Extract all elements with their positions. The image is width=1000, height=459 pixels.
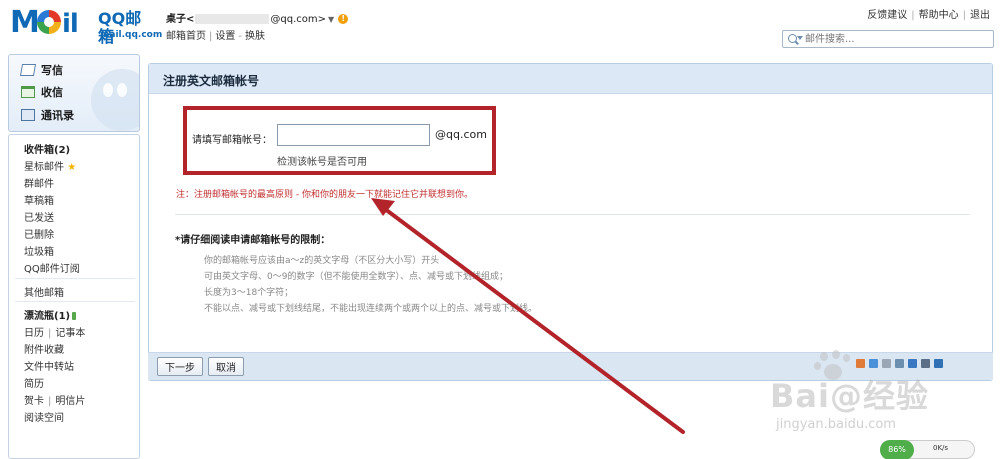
logo-o-icon [37, 10, 61, 34]
logo-m: M [10, 5, 40, 40]
toolbar-icon-1[interactable] [856, 359, 865, 368]
separator: | [911, 10, 915, 21]
compose-button[interactable]: 写信 [19, 62, 63, 78]
feedback-link[interactable]: 反馈建议 [867, 10, 907, 21]
toolbar-icon-5[interactable] [908, 359, 917, 368]
folder-reading-space[interactable]: 阅读空间 [24, 409, 64, 424]
settings-link[interactable]: 设置 [215, 31, 235, 42]
folder-drift-bottle[interactable]: 漂流瓶(1) [24, 307, 77, 322]
toolbar-icon-4[interactable] [895, 359, 904, 368]
cancel-button[interactable]: 取消 [208, 357, 244, 376]
compose-label: 写信 [41, 64, 63, 77]
inbox-icon [21, 86, 35, 98]
inbox-check-button[interactable]: 收信 [21, 84, 63, 100]
calendar-link[interactable]: 日历 [24, 328, 44, 339]
search-scope-dropdown-icon[interactable] [797, 36, 803, 40]
folder-inbox[interactable]: 收件箱(2) [24, 141, 70, 156]
speed-gauge-percent: 86% [880, 440, 914, 459]
user-email-suffix: @qq.com> [270, 14, 327, 25]
sidebar: 写信 收信 通讯录 收件箱(2) 星标邮件 ★ 群邮件 草稿箱 已发送 已删除 … [8, 54, 140, 459]
folder-resume[interactable]: 简历 [24, 375, 44, 390]
inbox-check-label: 收信 [41, 86, 63, 99]
network-speed-widget[interactable]: 86% 0K/s [880, 440, 975, 459]
rule-line: 长度为3～18个字符； [204, 288, 294, 298]
folder-file-transfer[interactable]: 文件中转站 [24, 358, 74, 373]
contacts-label: 通讯录 [41, 109, 74, 122]
folder-sent[interactable]: 已发送 [24, 209, 54, 224]
separator: | [962, 10, 966, 21]
top-links: 反馈建议 | 帮助中心 | 退出 [867, 6, 990, 21]
folder-starred[interactable]: 星标邮件 ★ [24, 158, 76, 173]
toolbar-icon-2[interactable] [869, 359, 878, 368]
folder-panel: 收件箱(2) 星标邮件 ★ 群邮件 草稿箱 已发送 已删除 垃圾箱 QQ邮件订阅… [8, 134, 140, 459]
folder-starred-label: 星标邮件 [24, 162, 64, 173]
rule-line: 你的邮箱帐号应该由a～z的英文字母（不区分大小写）开头 [204, 256, 440, 266]
contacts-icon [21, 109, 35, 121]
section-divider [175, 214, 970, 215]
wrench-icon[interactable] [934, 359, 943, 368]
folder-divider [15, 278, 135, 279]
separator: | [48, 328, 52, 339]
rule-line: 不能以点、减号或下划线结尾，不能出现连续两个或两个以上的点、减号或下划线。 [204, 304, 538, 314]
annotation-highlight-box [183, 106, 496, 175]
folder-deleted[interactable]: 已删除 [24, 226, 54, 241]
folder-attachments[interactable]: 附件收藏 [24, 341, 64, 356]
user-links: 邮箱首页 | 设置 - 换肤 [166, 27, 265, 42]
help-link[interactable]: 帮助中心 [919, 10, 959, 21]
logo-il: il [62, 9, 79, 39]
user-account-line: 桌子< @qq.com> ▼! [166, 10, 349, 25]
watermark-text: Bai@经验 [770, 377, 929, 415]
separator: - [238, 31, 242, 42]
qq-mail-logo[interactable]: M il QQ邮箱 mail.qq.com [10, 5, 162, 46]
bottle-icon [72, 312, 77, 320]
mail-home-link[interactable]: 邮箱首页 [166, 31, 206, 42]
logout-link[interactable]: 退出 [970, 10, 990, 21]
user-name: 桌子< [166, 14, 195, 25]
next-step-button[interactable]: 下一步 [157, 357, 203, 376]
cards-link[interactable]: 贺卡 [24, 396, 44, 407]
mail-search-box[interactable] [782, 30, 994, 48]
header: M il QQ邮箱 mail.qq.com 桌子< @qq.com> ▼! 邮箱首页… [0, 0, 1000, 52]
notes-link[interactable]: 记事本 [55, 328, 85, 339]
star-icon: ★ [67, 162, 77, 173]
toolbar-icon-3[interactable] [882, 359, 891, 368]
restrictions-title: *请仔细阅读申请邮箱帐号的限制： [175, 235, 331, 246]
folder-spam[interactable]: 垃圾箱 [24, 243, 54, 258]
calendar-notes-row: 日历 | 记事本 [24, 324, 85, 339]
separator: | [209, 31, 213, 42]
page-title: 注册英文邮箱帐号 [163, 74, 260, 88]
account-dropdown-icon[interactable]: ▼ [328, 15, 334, 24]
masked-email [195, 14, 270, 24]
warning-icon[interactable]: ! [338, 14, 349, 24]
register-panel: 注册英文邮箱帐号 请填写邮箱帐号： @qq.com 检测该帐号是否可用 注：注册… [148, 63, 993, 381]
skin-link[interactable]: 换肤 [245, 31, 265, 42]
logo-brand: QQ邮箱 [98, 9, 142, 46]
mail-search-input[interactable] [805, 32, 991, 46]
speed-readout: 0K/s [933, 444, 949, 452]
folder-divider [15, 301, 135, 302]
quick-actions-panel: 写信 收信 通讯录 [8, 54, 140, 132]
action-bar: 下一步 取消 [148, 352, 993, 380]
naming-principle-note: 注：注册邮箱帐号的最高原则 - 你和你的朋友一下就能记住它并联想到你。 [176, 190, 473, 200]
separator: | [48, 396, 52, 407]
drift-bottle-label: 漂流瓶(1) [24, 311, 71, 322]
qq-penguin-decoration-icon [91, 69, 139, 131]
search-icon[interactable] [788, 34, 797, 43]
folder-subscription[interactable]: QQ邮件订阅 [24, 260, 80, 275]
rule-line: 可由英文字母、0～9的数字（但不能使用全数字）、点、减号或下划线组成； [204, 272, 508, 282]
logo-domain: mail.qq.com [100, 30, 163, 40]
folder-other-mailbox[interactable]: 其他邮箱 [24, 284, 64, 299]
postcards-link[interactable]: 明信片 [55, 396, 85, 407]
compose-icon [19, 64, 37, 76]
contacts-button[interactable]: 通讯录 [21, 107, 74, 123]
folder-group[interactable]: 群邮件 [24, 175, 54, 190]
watermark-url: jingyan.baidu.com [776, 417, 896, 432]
toolbar-icon-6[interactable] [921, 359, 930, 368]
folder-drafts[interactable]: 草稿箱 [24, 192, 54, 207]
cards-postcards-row: 贺卡 | 明信片 [24, 392, 85, 407]
panel-title-bar: 注册英文邮箱帐号 [149, 64, 992, 94]
